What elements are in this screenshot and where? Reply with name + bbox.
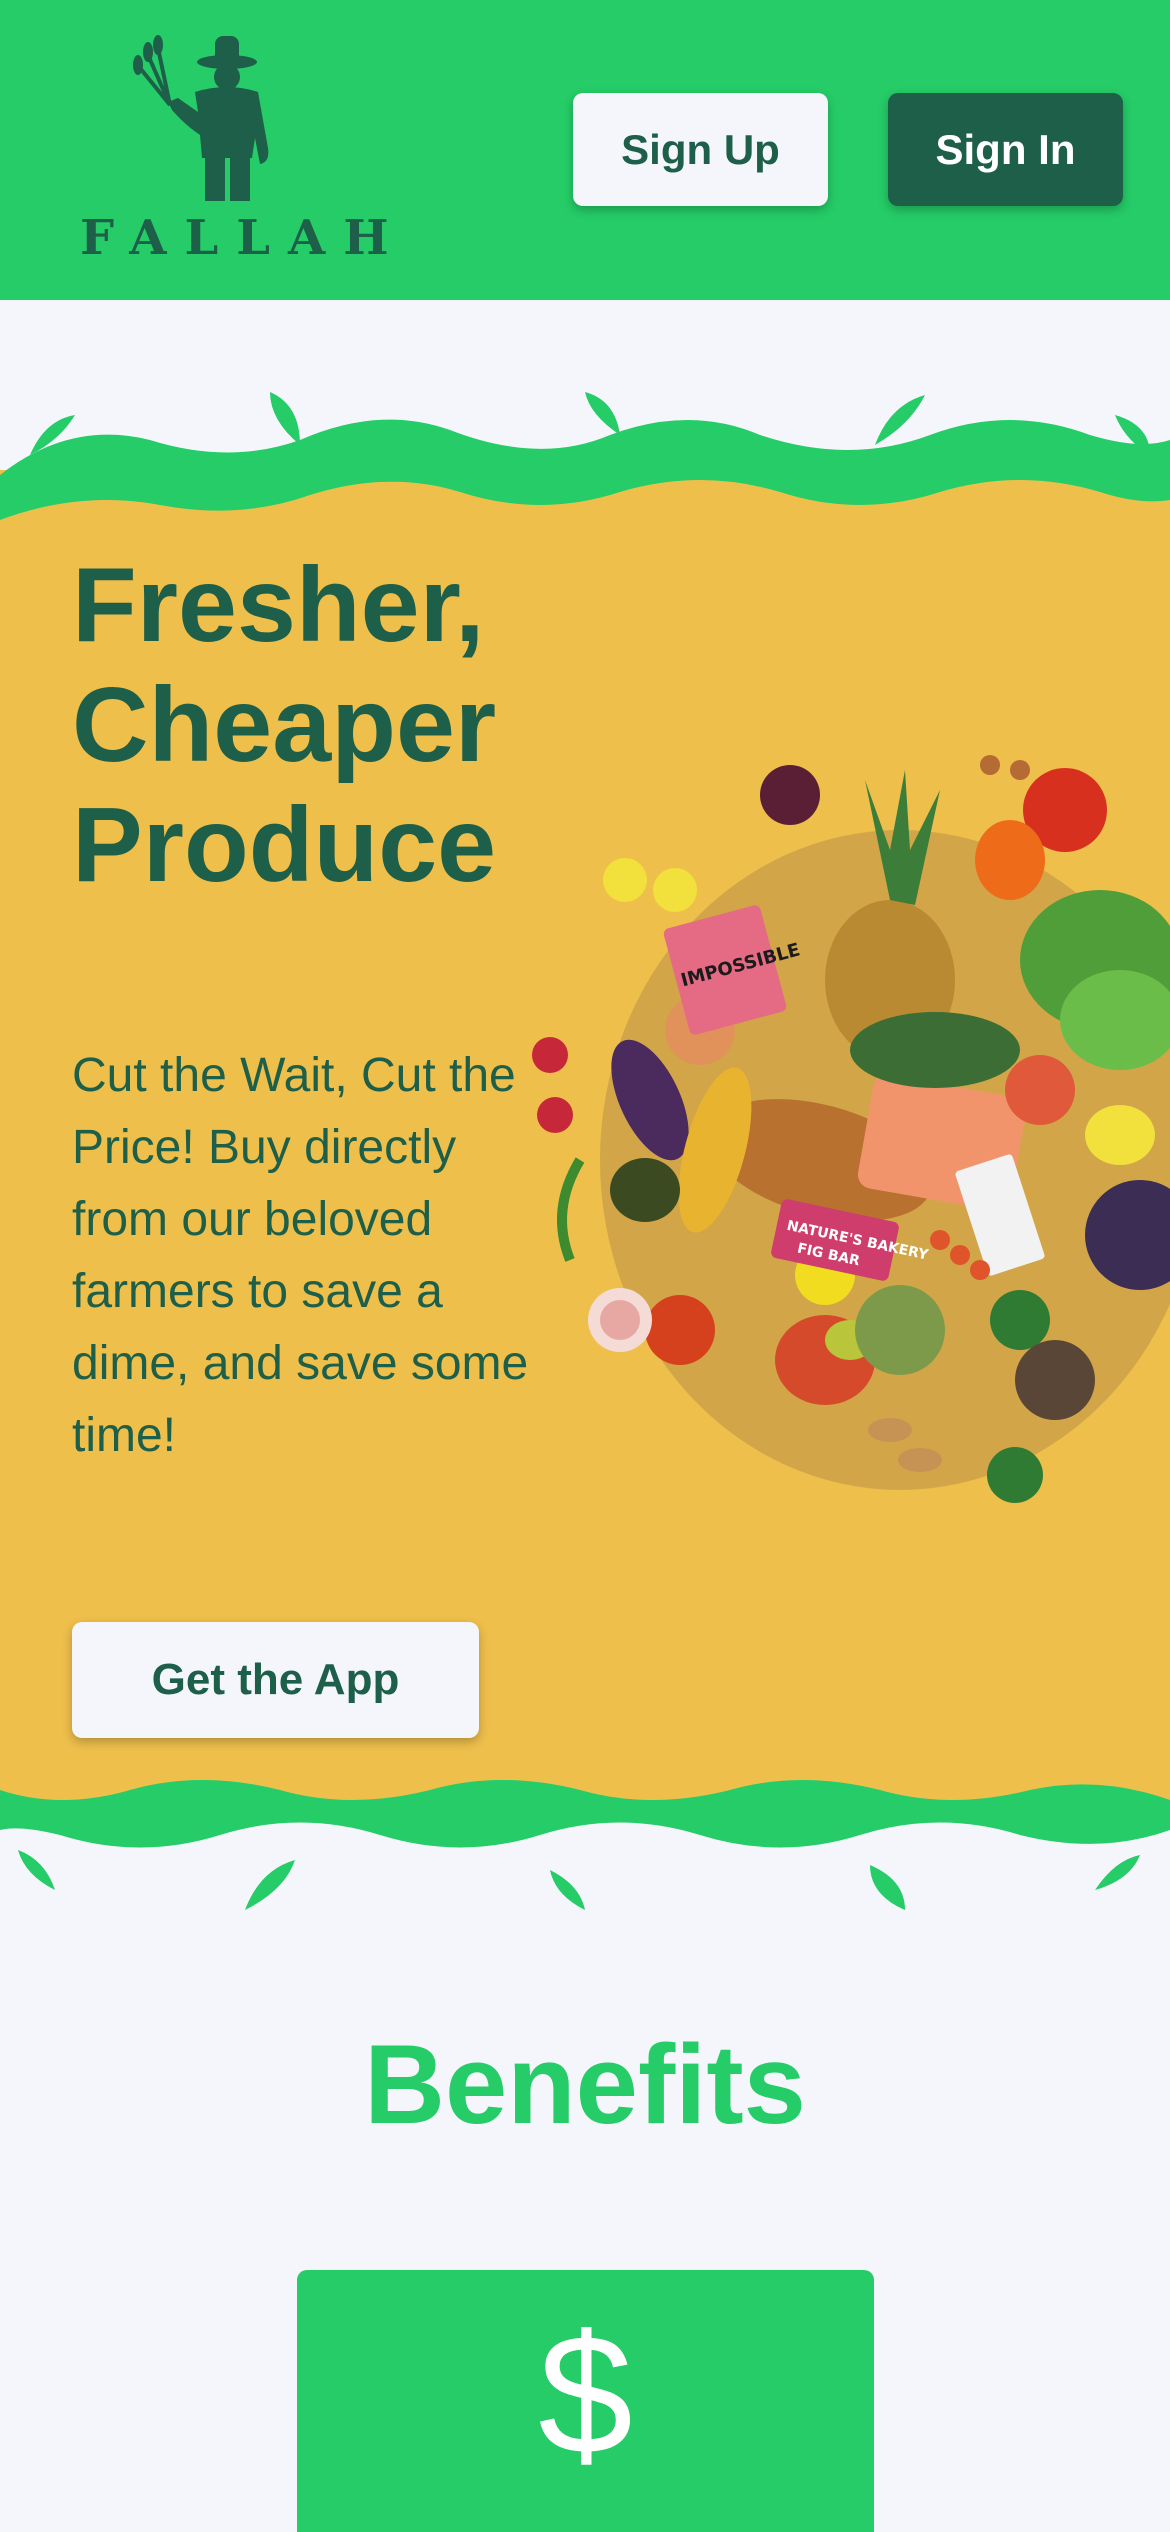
hero-bottom-wave xyxy=(0,1770,1170,1910)
hero-title: Fresher, Cheaper Produce xyxy=(72,545,592,905)
hero-title-line: Fresher, xyxy=(72,546,485,664)
hero-top-wave xyxy=(0,392,1170,530)
benefits-heading: Benefits xyxy=(364,2022,806,2147)
sign-up-button[interactable]: Sign Up xyxy=(573,93,828,206)
farmer-logo-icon xyxy=(133,35,269,201)
hero-title-line: Produce xyxy=(72,786,497,904)
benefit-card: $ xyxy=(297,2270,874,2532)
get-the-app-button[interactable]: Get the App xyxy=(72,1622,479,1738)
hero-description: Cut the Wait, Cut the Price! Buy directl… xyxy=(72,1049,529,1462)
groceries-produce-image: IMPOSSIBLE NATURE'S BAKERY FIG BAR xyxy=(532,755,1170,1503)
sign-in-button[interactable]: Sign In xyxy=(888,93,1123,206)
hero-title-line: Cheaper xyxy=(72,666,497,784)
brand-logo[interactable]: FALLAH xyxy=(80,30,407,270)
site-header: FALLAH Sign Up Sign In xyxy=(0,0,1170,300)
dollar-icon: $ xyxy=(538,2300,633,2490)
brand-name: FALLAH xyxy=(80,210,407,266)
